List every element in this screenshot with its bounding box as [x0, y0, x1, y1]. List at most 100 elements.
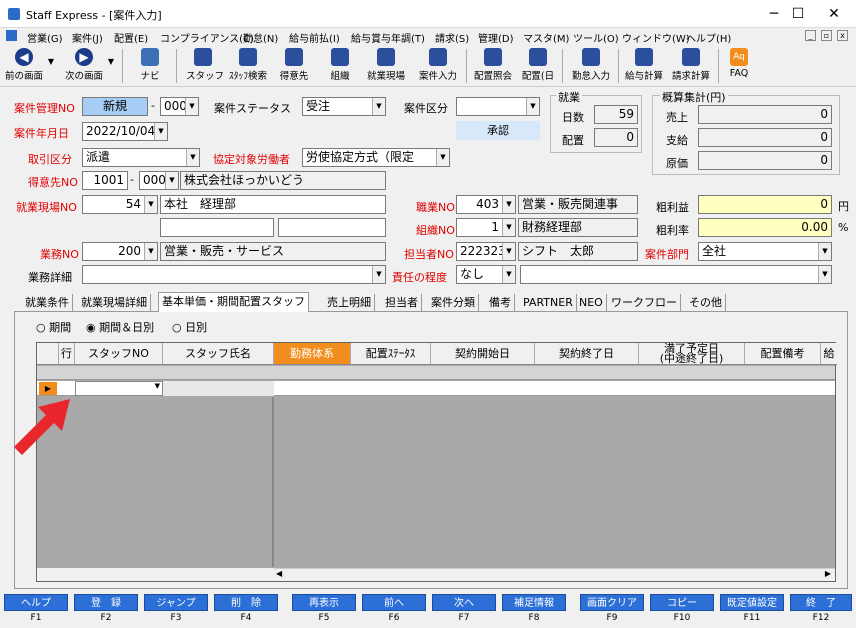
status-label: 案件ステータス	[214, 102, 291, 115]
refresh-button[interactable]: 再表示	[292, 594, 356, 611]
radio-kikan-day[interactable]: ◉ 期間＆日別	[86, 319, 154, 335]
menu-bar: 営業(G) 案件(J) 配置(E) コンプライアンス(C) 勤怠(N) 給与前払…	[0, 28, 856, 45]
kyotei-label: 協定対象労働者	[213, 153, 290, 166]
genba-extra-field-2[interactable]	[278, 218, 386, 237]
status-select[interactable]: 受注 ▼	[302, 97, 386, 116]
sekinin-detail-select[interactable]: ▼	[520, 265, 832, 284]
navi-icon	[141, 48, 159, 66]
exit-button[interactable]: 終 了	[790, 594, 852, 611]
next-dropdown-icon[interactable]: ▼	[106, 57, 116, 95]
tab-shugyo-joken[interactable]: 就業条件	[22, 294, 73, 312]
menu-kanri[interactable]: 管理(D)	[478, 30, 514, 45]
gyomu-no-select[interactable]: 200 ▼	[82, 242, 158, 261]
soshiki-no-select[interactable]: 1 ▼	[456, 218, 516, 237]
customer-button[interactable]: 得意先	[276, 47, 312, 85]
sekinin-select[interactable]: なし ▼	[456, 265, 516, 284]
prev-button[interactable]: 前へ	[362, 594, 426, 611]
menu-eigyo[interactable]: 営業(G)	[27, 30, 63, 45]
arari-unit: 円	[838, 200, 849, 213]
shokugyo-no-select[interactable]: 403 ▼	[456, 195, 516, 214]
tab-neo[interactable]: NEO	[576, 294, 607, 312]
delete-button[interactable]: 削 除	[214, 594, 278, 611]
copy-button[interactable]: コピー	[650, 594, 714, 611]
worksite-button[interactable]: 就業現場	[364, 47, 408, 85]
menu-haichi[interactable]: 配置(E)	[114, 30, 148, 45]
mdi-restore-icon[interactable]: ▫	[821, 30, 832, 41]
tab-genba-detail[interactable]: 就業現場詳細	[78, 294, 151, 312]
prev-screen-button[interactable]: ◀ 前の画面	[4, 47, 44, 85]
genba-extra-field-1[interactable]	[160, 218, 274, 237]
approve-button[interactable]: 承認	[456, 121, 540, 140]
date-label: 案件年月日	[14, 127, 69, 140]
case-input-icon	[429, 48, 447, 66]
faq-button[interactable]: Aq FAQ	[724, 47, 754, 85]
menu-tool[interactable]: ツール(O)	[573, 30, 619, 45]
menu-kyuyo[interactable]: 給与賞与年調(T)	[351, 30, 425, 45]
col-start: 契約開始日	[431, 343, 535, 365]
tab-workflow[interactable]: ワークフロー	[608, 294, 681, 312]
default-button[interactable]: 既定値設定	[720, 594, 784, 611]
tab-tanto[interactable]: 担当者	[382, 294, 422, 312]
bill-calc-button[interactable]: 請求計算	[668, 47, 714, 85]
assign-day-icon	[529, 48, 547, 66]
tokui-no-field[interactable]: 1001	[82, 171, 128, 190]
mdi-minimize-icon[interactable]: _	[805, 30, 816, 41]
tanto-no-select[interactable]: 222323 ▼	[456, 242, 516, 261]
torihiki-select[interactable]: 派遣 ▼	[82, 148, 200, 167]
torihiki-label: 取引区分	[28, 153, 72, 166]
horizontal-scrollbar[interactable]: ◀ ▶	[274, 568, 835, 581]
menu-master[interactable]: マスタ(M)	[523, 30, 569, 45]
date-field[interactable]: 2022/10/04 ▼	[82, 122, 168, 141]
prev-dropdown-icon[interactable]: ▼	[46, 57, 56, 95]
radio-day[interactable]: ○ 日別	[172, 319, 207, 335]
case-input-button[interactable]: 案件入力	[416, 47, 460, 85]
staff-search-button[interactable]: ｽﾀｯﾌ検索	[226, 47, 270, 85]
scroll-right-icon[interactable]: ▶	[825, 569, 831, 578]
tab-sonota[interactable]: その他	[686, 294, 726, 312]
navi-button[interactable]: ナビ	[136, 47, 164, 85]
radio-kikan[interactable]: ○ 期間	[36, 319, 71, 335]
staff-no-cell[interactable]: ▼	[75, 381, 163, 396]
staff-grid[interactable]: 行 スタッフNO スタッフ氏名 勤務体系 配置ｽﾃｰﾀｽ 契約開始日 契約終了日…	[36, 342, 837, 582]
genba-name-field[interactable]: 本社 経理部	[160, 195, 386, 214]
tab-tanka-staff[interactable]: 基本単価・期間配置スタッフ	[158, 292, 309, 312]
shosai-select[interactable]: ▼	[82, 265, 386, 284]
case-no-field[interactable]: 新規	[82, 97, 148, 116]
assign-ref-button[interactable]: 配置照会	[470, 47, 516, 85]
close-button[interactable]: ✕	[812, 0, 856, 28]
menu-help[interactable]: ヘルプ(H)	[686, 30, 731, 45]
col-kinmu[interactable]: 勤務体系	[274, 343, 351, 365]
mdi-close-icon[interactable]: x	[837, 30, 848, 41]
scroll-left-icon[interactable]: ◀	[276, 569, 282, 578]
menu-anken[interactable]: 案件(J)	[72, 30, 103, 45]
menu-kintai[interactable]: 勤怠(N)	[243, 30, 278, 45]
tab-biko[interactable]: 備考	[486, 294, 515, 312]
attendance-button[interactable]: 勤怠入力	[568, 47, 614, 85]
kubun-select[interactable]: ▼	[456, 97, 540, 116]
menu-seikyu[interactable]: 請求(S)	[435, 30, 469, 45]
genba-no-select[interactable]: 54 ▼	[82, 195, 158, 214]
help-button[interactable]: ヘルプ	[4, 594, 68, 611]
bumon-label: 案件部門	[645, 248, 689, 261]
assign-day-button[interactable]: 配置(日	[518, 47, 558, 85]
register-button[interactable]: 登 録	[74, 594, 138, 611]
tab-partner[interactable]: PARTNER	[520, 294, 577, 312]
tab-uriage[interactable]: 売上明細	[324, 294, 375, 312]
next-button[interactable]: 次へ	[432, 594, 496, 611]
menu-maebarai[interactable]: 給与前払(I)	[289, 30, 340, 45]
pay-calc-button[interactable]: 給与計算	[622, 47, 666, 85]
rate-unit: %	[838, 221, 849, 234]
case-sub-select[interactable]: 000 ▼	[160, 97, 199, 116]
bumon-select[interactable]: 全社 ▼	[698, 242, 832, 261]
next-screen-button[interactable]: ▶ 次の画面	[62, 47, 106, 85]
tokui-sub-select[interactable]: 000 ▼	[139, 171, 179, 190]
tab-bunrui[interactable]: 案件分類	[428, 294, 479, 312]
kyotei-select[interactable]: 労使協定方式（限定 ▼	[302, 148, 450, 167]
menu-window[interactable]: ウィンドウ(W)	[622, 30, 690, 45]
jump-button[interactable]: ジャンプ	[144, 594, 208, 611]
supplement-button[interactable]: 補足情報	[502, 594, 566, 611]
menu-compliance[interactable]: コンプライアンス(C)	[160, 30, 254, 45]
org-button[interactable]: 組織	[322, 47, 358, 85]
staff-button[interactable]: スタッフ	[186, 47, 224, 85]
clear-button[interactable]: 画面クリア	[580, 594, 644, 611]
